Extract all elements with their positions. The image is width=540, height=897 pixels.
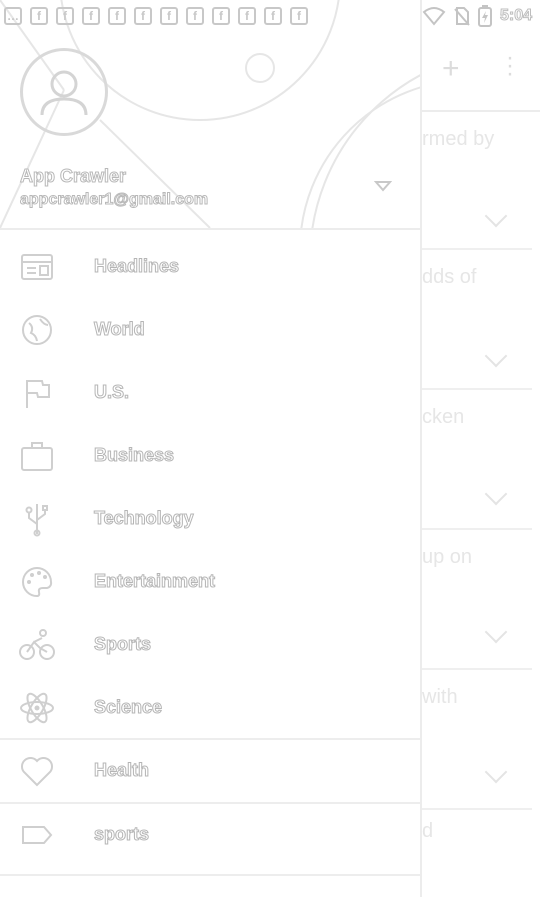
facebook-notification-icon: f — [186, 7, 204, 25]
facebook-notification-icon: f — [264, 7, 282, 25]
account-email: appcrawler1@gmail.com — [19, 191, 209, 209]
card-headline-fragment: up on — [422, 546, 473, 568]
background-card: dds of — [420, 250, 532, 390]
battery-charging-icon — [477, 5, 492, 27]
nav-item-business[interactable]: Business — [0, 425, 420, 487]
add-icon: + — [442, 52, 460, 85]
account-dropdown-icon[interactable] — [374, 178, 392, 194]
wifi-icon — [422, 7, 446, 26]
background-card: d — [420, 810, 532, 896]
person-icon — [40, 70, 88, 116]
status-bar: … f f f f f f f f f f f 5:04 — [0, 0, 540, 32]
section-divider — [0, 874, 420, 876]
facebook-notification-icon: f — [82, 7, 100, 25]
background-card: up on — [420, 530, 532, 670]
avatar[interactable] — [20, 48, 108, 136]
nav-label: World — [94, 319, 146, 340]
nav-label: sports — [93, 824, 150, 845]
card-headline-fragment: with — [422, 686, 458, 708]
atom-icon — [20, 692, 54, 724]
facebook-notification-icon: f — [212, 7, 230, 25]
nav-item-entertainment[interactable]: Entertainment — [0, 551, 420, 613]
chevron-down-icon — [484, 344, 508, 368]
nav-item-us[interactable]: U.S. — [0, 362, 420, 424]
facebook-notification-icon: f — [56, 7, 74, 25]
facebook-notification-icon: f — [160, 7, 178, 25]
chevron-down-icon — [484, 760, 508, 784]
background-toolbar: + · · · — [420, 32, 540, 112]
chevron-down-icon — [484, 482, 508, 506]
label-icon — [22, 826, 53, 844]
flag-icon — [26, 380, 50, 408]
navigation-drawer: App Crawler appcrawler1@gmail.com Headli… — [0, 0, 422, 897]
card-headline-fragment: dds of — [422, 266, 477, 288]
drawer-header: App Crawler appcrawler1@gmail.com — [0, 0, 420, 230]
nav-label: Entertainment — [93, 571, 216, 592]
facebook-notification-icon: f — [30, 7, 48, 25]
background-news-feed: + · · · rmed by dds of cken up on with d — [420, 32, 540, 897]
nav-item-health[interactable]: Health — [0, 740, 420, 802]
no-sim-icon — [454, 7, 470, 26]
nav-item-technology[interactable]: Technology — [0, 488, 420, 550]
nav-item-world[interactable]: World — [0, 299, 420, 361]
nav-item-science[interactable]: Science — [0, 677, 420, 739]
chevron-down-icon — [484, 204, 508, 228]
account-name: App Crawler — [19, 166, 127, 187]
briefcase-icon — [21, 442, 53, 471]
nav-label: Health — [93, 760, 150, 781]
facebook-notification-icon: f — [290, 7, 308, 25]
more-vert-icon: · · · — [506, 44, 514, 87]
bicycle-icon — [19, 629, 55, 660]
palette-icon — [22, 566, 53, 598]
nav-label: U.S. — [93, 382, 130, 403]
nav-item-sports[interactable]: Sports — [0, 614, 420, 676]
nav-item-sports-label[interactable]: sports — [0, 804, 420, 866]
heart-icon — [21, 757, 53, 787]
usb-icon — [25, 504, 48, 537]
facebook-notification-icon: f — [108, 7, 126, 25]
globe-icon — [22, 315, 52, 345]
background-card: with — [420, 670, 532, 810]
nav-item-headlines[interactable]: Headlines — [0, 236, 420, 298]
background-card: cken — [420, 390, 532, 530]
nav-label: Business — [93, 445, 175, 466]
nav-label: Technology — [94, 508, 195, 529]
notification-overflow-icon: … — [4, 7, 22, 25]
headlines-icon — [21, 254, 53, 280]
facebook-notification-icon: f — [238, 7, 256, 25]
nav-label: Sports — [93, 634, 152, 655]
clock: 5:04 — [499, 7, 532, 25]
background-card: rmed by — [420, 112, 532, 250]
card-headline-fragment: rmed by — [422, 128, 495, 150]
card-headline-fragment: d — [422, 820, 434, 842]
nav-label: Headlines — [93, 256, 180, 277]
card-headline-fragment: cken — [422, 406, 465, 428]
facebook-notification-icon: f — [134, 7, 152, 25]
chevron-down-icon — [484, 620, 508, 644]
nav-label: Science — [93, 697, 163, 718]
